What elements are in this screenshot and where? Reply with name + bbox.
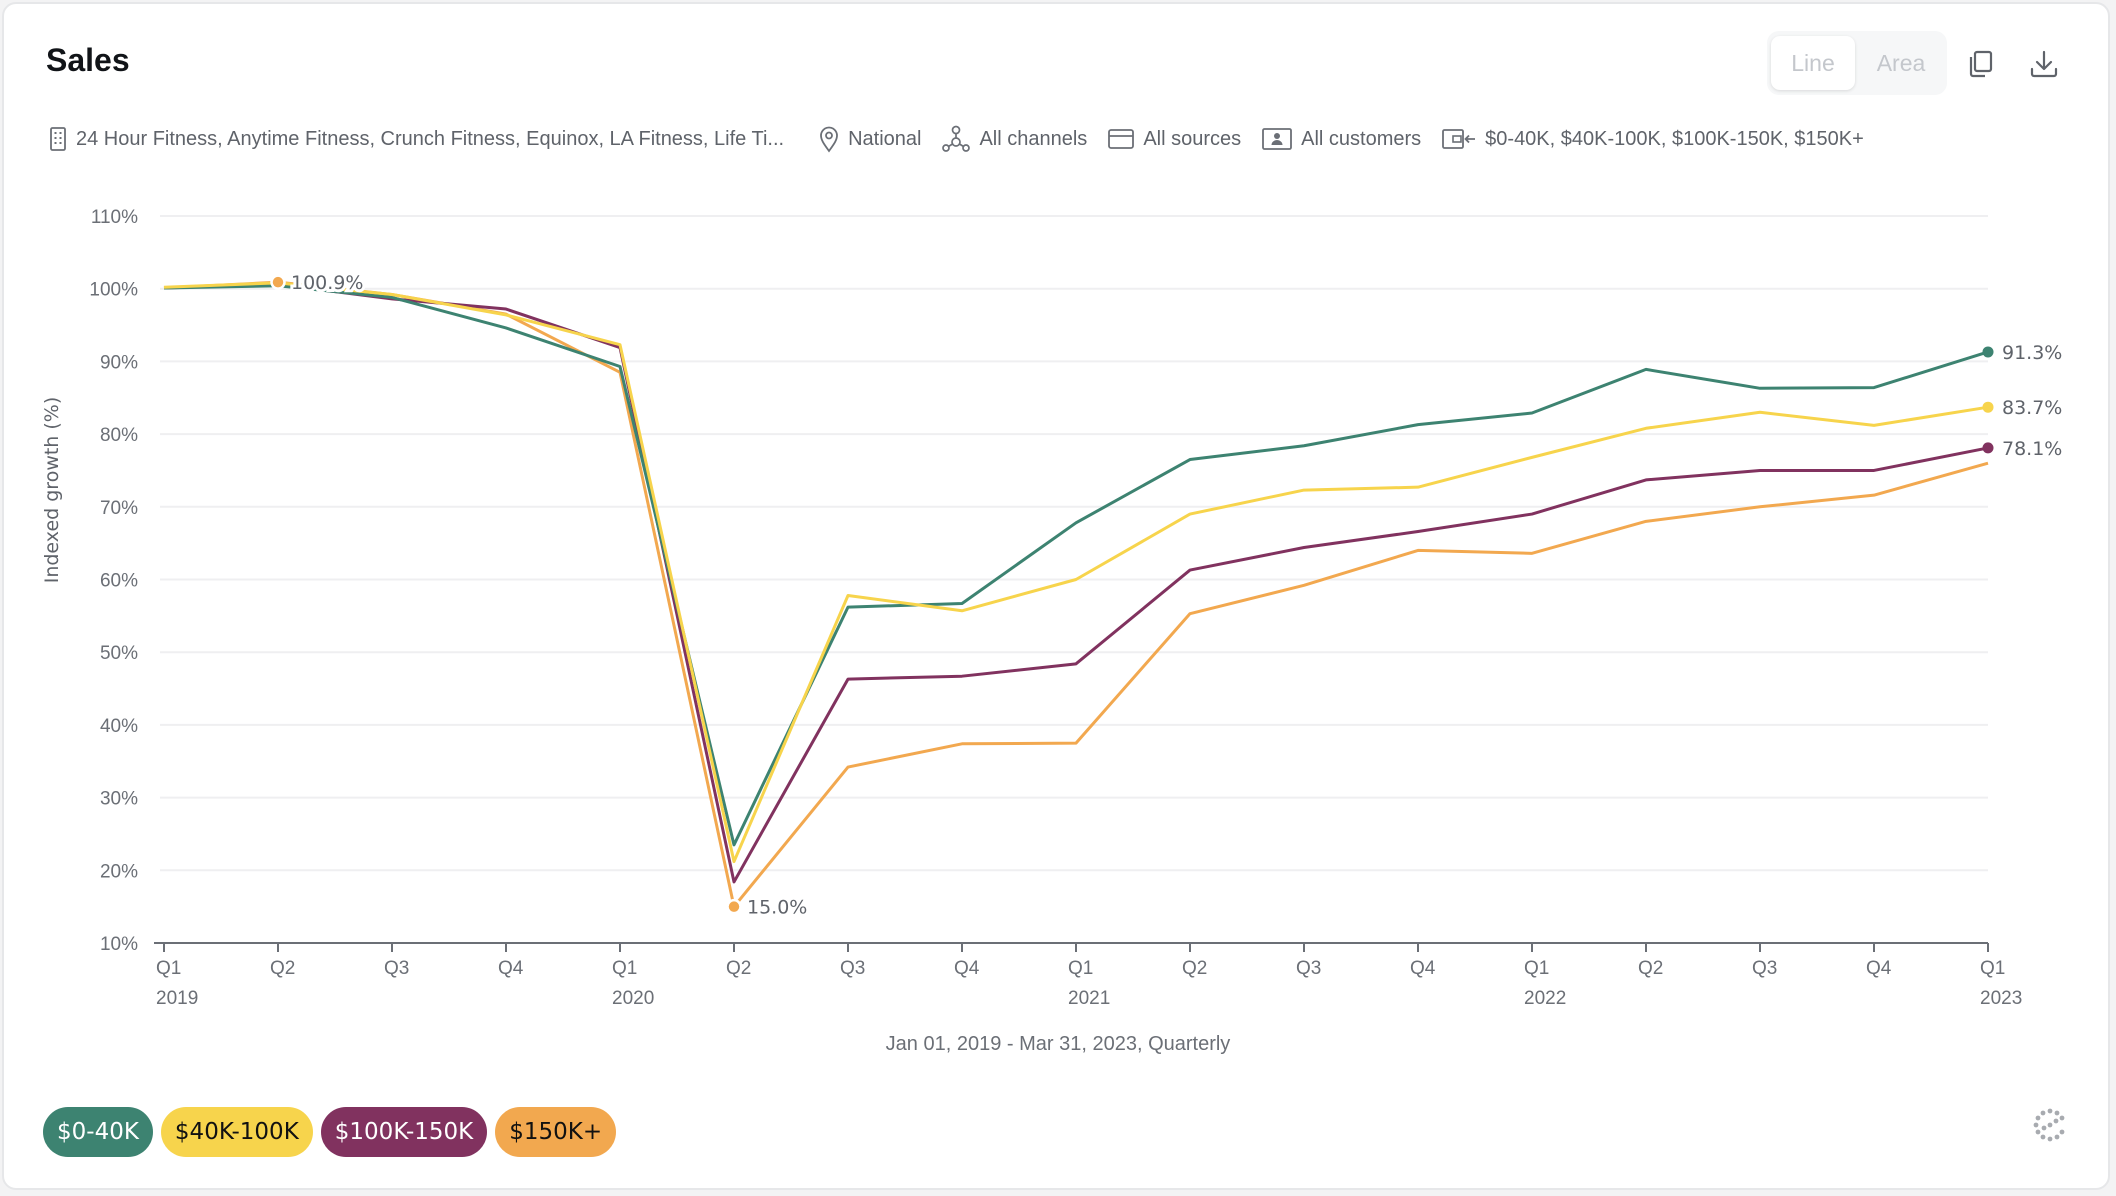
x-tick-label: Q1 bbox=[156, 958, 181, 979]
y-tick-label: 50% bbox=[100, 643, 138, 664]
y-tick-label: 90% bbox=[100, 352, 138, 373]
y-tick-label: 70% bbox=[100, 498, 138, 519]
dots-spinner-icon bbox=[2032, 1108, 2068, 1149]
line-chart: 10% 20% 30% 40% 50% 60% 70% 80% 90% 100% 110% Q1 20… bbox=[89, 207, 2062, 1009]
series-line-0 bbox=[163, 284, 1989, 847]
y-tick-label: 10% bbox=[100, 934, 138, 955]
legend-chip[interactable]: $40K-100K bbox=[160, 1107, 313, 1157]
x-tick-label: Q3 bbox=[840, 958, 865, 979]
legend-chip[interactable]: $100K-150K bbox=[320, 1107, 488, 1157]
x-tick-year-label: 2023 bbox=[1980, 988, 2022, 1009]
legend-chip[interactable]: $0-40K bbox=[43, 1107, 153, 1157]
series-line-3 bbox=[163, 280, 1989, 909]
y-tick-label: 110% bbox=[91, 207, 138, 228]
y-tick-label: 100% bbox=[89, 280, 138, 301]
x-tick-label: Q2 bbox=[1638, 958, 1663, 979]
series-line-1 bbox=[163, 281, 1989, 864]
y-tick-label: 80% bbox=[100, 425, 138, 446]
x-axis: Q1 2019 Q2 Q3 Q4 Q1 2020 Q2 Q3 Q4 Q1 2021 Q2 Q3 Q4 Q1 20… bbox=[154, 942, 2022, 1009]
x-tick-label: Q4 bbox=[1410, 958, 1436, 979]
end-point-marker bbox=[1982, 401, 1994, 413]
y-tick-label: 60% bbox=[100, 571, 138, 592]
y-tick-label: 20% bbox=[100, 861, 138, 882]
annotation-label: 100.9% bbox=[291, 272, 363, 294]
x-tick-year-label: 2019 bbox=[156, 988, 198, 1009]
x-tick-year-label: 2020 bbox=[612, 988, 654, 1009]
x-tick-label: Q1 bbox=[1980, 958, 2005, 979]
x-tick-label: Q2 bbox=[726, 958, 751, 979]
date-range-caption: Jan 01, 2019 - Mar 31, 2023, Quarterly bbox=[885, 1033, 1231, 1055]
gridlines bbox=[160, 215, 1988, 872]
y-tick-label: 30% bbox=[100, 789, 138, 810]
x-tick-label: Q3 bbox=[1296, 958, 1321, 979]
annotation-marker bbox=[270, 274, 286, 290]
legend-chip[interactable]: $150K+ bbox=[495, 1107, 617, 1157]
legend: $0-40K $40K-100K $100K-150K $150K+ bbox=[43, 1107, 624, 1157]
data-labels: 91.3% 83.7% 78.1% 100.9% 15.0% bbox=[270, 269, 2062, 922]
x-tick-year-label: 2022 bbox=[1524, 988, 1566, 1009]
series-lines bbox=[163, 280, 1989, 909]
x-tick-label: Q4 bbox=[498, 958, 524, 979]
end-value-label: 83.7% bbox=[2002, 397, 2062, 419]
end-point-marker bbox=[1982, 346, 1994, 358]
x-tick-label: Q1 bbox=[1524, 958, 1549, 979]
x-tick-label: Q3 bbox=[1752, 958, 1777, 979]
y-axis-ticks: 10% 20% 30% 40% 50% 60% 70% 80% 90% 100% 110% bbox=[89, 207, 138, 955]
end-point-marker bbox=[1982, 442, 1994, 454]
x-tick-label: Q4 bbox=[1866, 958, 1892, 979]
y-tick-label: 40% bbox=[100, 716, 138, 737]
x-tick-label: Q4 bbox=[954, 958, 980, 979]
annotation-label: 15.0% bbox=[747, 897, 807, 919]
x-tick-label: Q1 bbox=[1068, 958, 1093, 979]
x-tick-label: Q1 bbox=[612, 958, 637, 979]
x-tick-label: Q2 bbox=[270, 958, 295, 979]
series-line-2 bbox=[163, 282, 1989, 884]
x-tick-year-label: 2021 bbox=[1068, 988, 1110, 1009]
x-tick-label: Q2 bbox=[1182, 958, 1207, 979]
annotation-marker bbox=[726, 898, 742, 915]
end-value-label: 78.1% bbox=[2002, 438, 2062, 460]
end-value-label: 91.3% bbox=[2002, 342, 2062, 364]
x-tick-label: Q3 bbox=[384, 958, 409, 979]
